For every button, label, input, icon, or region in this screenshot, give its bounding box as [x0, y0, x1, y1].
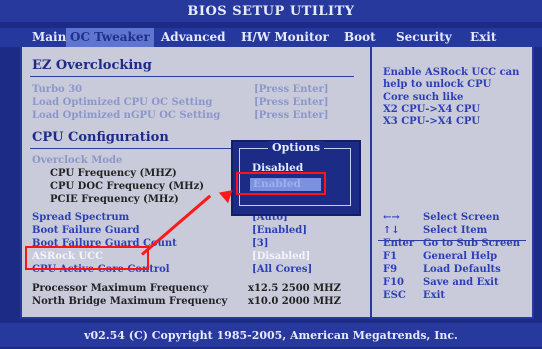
processor-max-frequency-value: x12.5 2500 MHZ: [248, 283, 341, 294]
turbo30-value[interactable]: [Press Enter]: [254, 84, 329, 96]
help-line: X3 CPU->X4 CPU: [383, 116, 481, 128]
load-cpu-oc-label[interactable]: Load Optimized CPU OC Setting: [32, 97, 212, 109]
boot-failure-guard-label[interactable]: Boot Failure Guard: [32, 225, 139, 237]
north-bridge-max-frequency-value: x10.0 2000 MHZ: [248, 296, 341, 307]
key-hint-desc: Exit: [423, 290, 446, 301]
key-hint-row: F9 Load Defaults: [383, 264, 533, 276]
highlight-asrock-ucc: [25, 246, 149, 270]
key-hint-row: ↑↓ Select Item: [383, 225, 533, 237]
help-line: X2 CPU->X4 CPU: [383, 103, 481, 115]
cpu-configuration-title: CPU Configuration: [32, 130, 169, 145]
boot-failure-guard-value[interactable]: [Enabled]: [252, 225, 307, 237]
tab-exit[interactable]: Exit: [466, 28, 500, 47]
tab-advanced[interactable]: Advanced: [157, 28, 230, 47]
key-hint-desc: Go to Sub Screen: [423, 238, 521, 249]
tab-main[interactable]: Main: [28, 28, 70, 47]
key-hint-desc: General Help: [423, 251, 498, 262]
load-ngpu-oc-value[interactable]: [Press Enter]: [254, 110, 329, 122]
menu-bar: Main OC Tweaker Advanced H/W Monitor Boo…: [0, 28, 542, 47]
up-down-arrows-icon: ↑↓: [383, 225, 400, 236]
turbo30-label[interactable]: Turbo 30: [32, 84, 82, 96]
copyright-footer: v02.54 (C) Copyright 1985-2005, American…: [0, 323, 542, 347]
key-hint-key: F1: [383, 251, 398, 262]
cpu-active-core-control-value[interactable]: [All Cores]: [252, 264, 312, 276]
highlight-enabled-option: [236, 172, 326, 195]
help-description: Enable ASRock UCC can help to unlock CPU…: [383, 67, 533, 128]
spread-spectrum-label[interactable]: Spread Spectrum: [32, 212, 129, 224]
tab-boot[interactable]: Boot: [340, 28, 380, 47]
window-title: BIOS SETUP UTILITY: [0, 0, 542, 22]
ez-overclocking-title: EZ Overclocking: [32, 58, 152, 73]
load-cpu-oc-value[interactable]: [Press Enter]: [254, 97, 329, 109]
overclock-mode-label[interactable]: Overclock Mode: [32, 155, 122, 167]
key-hint-key: F10: [383, 277, 405, 288]
pcie-frequency-label[interactable]: PCIE Frequency (MHz): [50, 194, 179, 206]
left-right-arrows-icon: ←→: [383, 212, 400, 223]
key-hint-desc: Save and Exit: [423, 277, 499, 288]
key-hint-row: F1 General Help: [383, 251, 533, 263]
key-hint-key: F9: [383, 264, 398, 275]
tab-security[interactable]: Security: [392, 28, 456, 47]
help-line: Core such like: [383, 91, 464, 103]
key-hint-key: ESC: [383, 290, 406, 301]
key-hint-desc: Select Item: [423, 225, 488, 236]
boot-failure-guard-count-value[interactable]: [3]: [252, 238, 268, 250]
options-popup-title: Options: [268, 141, 325, 155]
key-hint-key: Enter: [383, 238, 415, 249]
key-hint-row: F10 Save and Exit: [383, 277, 533, 289]
help-line: Enable ASRock UCC can: [383, 67, 520, 78]
key-hint-row: ESC Exit: [383, 290, 533, 302]
tab-hw-monitor[interactable]: H/W Monitor: [237, 28, 333, 47]
cpu-frequency-label[interactable]: CPU Frequency (MHZ): [50, 168, 177, 180]
asrock-ucc-value[interactable]: [Disabled]: [252, 251, 310, 263]
key-hint-row: Enter Go to Sub Screen: [383, 238, 533, 250]
processor-max-frequency-label: Processor Maximum Frequency: [32, 283, 209, 294]
help-pane: Enable ASRock UCC can help to unlock CPU…: [370, 47, 534, 319]
help-line: help to unlock CPU: [383, 79, 492, 91]
section-divider: [30, 76, 354, 77]
cpu-doc-frequency-label[interactable]: CPU DOC Frequency (MHz): [50, 181, 204, 193]
tab-oc-tweaker[interactable]: OC Tweaker: [66, 28, 154, 47]
key-hint-desc: Load Defaults: [423, 264, 501, 275]
key-hint-row: ←→ Select Screen: [383, 212, 533, 224]
load-ngpu-oc-label[interactable]: Load Optimized nGPU OC Setting: [32, 110, 220, 122]
key-hint-desc: Select Screen: [423, 212, 500, 223]
north-bridge-max-frequency-label: North Bridge Maximum Frequency: [32, 296, 228, 307]
